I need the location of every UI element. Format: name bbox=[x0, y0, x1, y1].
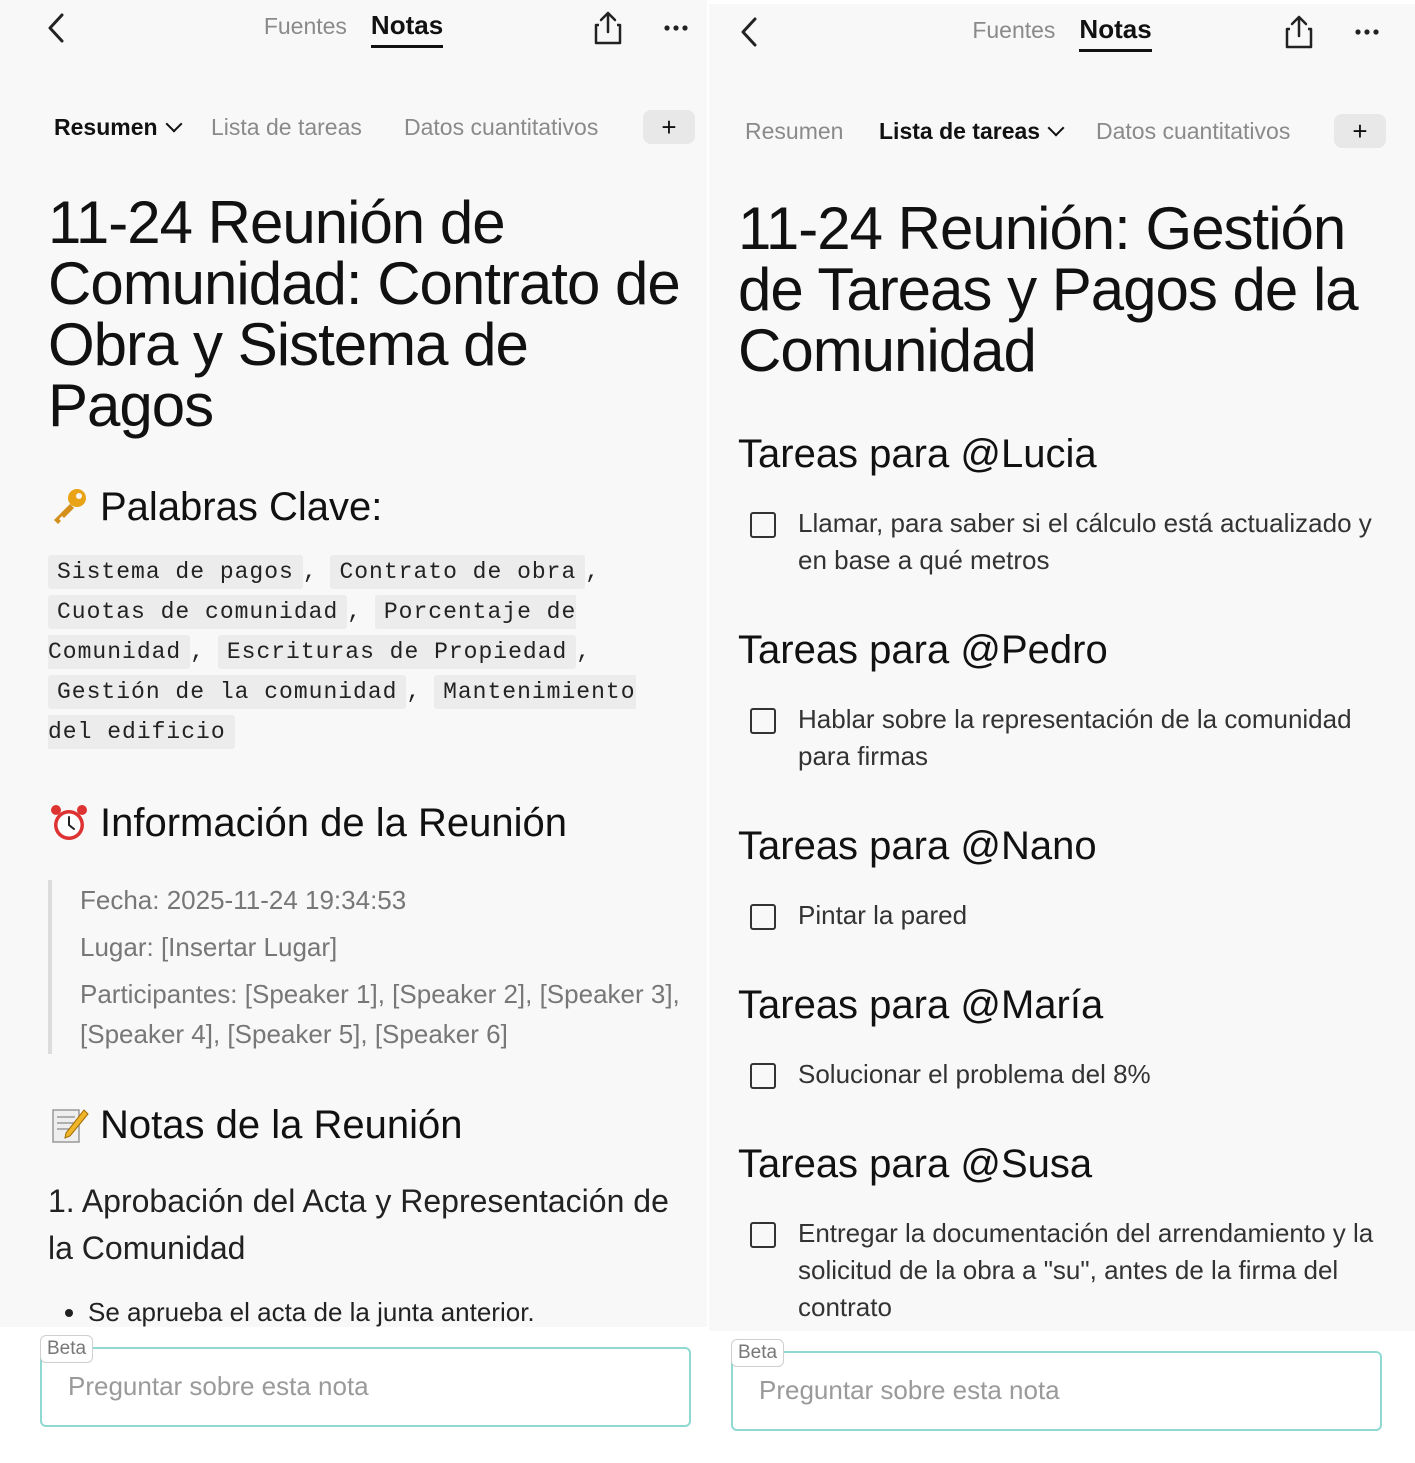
task-group: Tareas para @Lucia Llamar, para saber si… bbox=[738, 431, 1399, 579]
note-section-title: 1. Aprobación del Acta y Representación … bbox=[48, 1183, 669, 1266]
task-group: Tareas para @Nano Pintar la pared bbox=[738, 823, 1399, 934]
chevron-down-icon bbox=[1047, 119, 1065, 137]
task-group: Tareas para @María Solucionar el problem… bbox=[738, 982, 1399, 1093]
ask-note-input[interactable] bbox=[759, 1375, 1349, 1406]
left-screen: Fuentes Notas Resumen Lista de tareas Dat… bbox=[0, 0, 707, 1459]
meeting-notes-heading: Notas de la Reunión bbox=[48, 1102, 691, 1148]
task-group-heading: Tareas para @Susa bbox=[738, 1142, 1093, 1186]
task-item: Hablar sobre la representación de la com… bbox=[738, 701, 1399, 775]
top-bar: Fuentes Notas bbox=[0, 0, 707, 60]
right-screen: Fuentes Notas Resumen Lista de tareas Dat… bbox=[709, 4, 1415, 1463]
task-group-heading: Tareas para @Pedro bbox=[738, 628, 1108, 672]
more-button[interactable] bbox=[1354, 24, 1382, 40]
beta-badge: Beta bbox=[731, 1339, 785, 1367]
keyword-tag: Cuotas de comunidad bbox=[48, 595, 348, 629]
share-icon bbox=[1285, 15, 1313, 49]
tab-notas[interactable]: Notas bbox=[370, 10, 444, 48]
page-title: 11-24 Reunión: Gestión de Tareas y Pagos… bbox=[738, 195, 1359, 384]
add-tab-button[interactable]: + bbox=[643, 110, 695, 144]
subtab-label: Resumen bbox=[54, 114, 158, 140]
task-group-heading: Tareas para @Lucia bbox=[738, 432, 1097, 476]
beta-badge: Beta bbox=[40, 1335, 94, 1363]
task-text: Solucionar el problema del 8% bbox=[798, 1059, 1151, 1089]
key-icon bbox=[54, 489, 86, 524]
ask-note-input[interactable] bbox=[68, 1371, 658, 1402]
subtab-resumen[interactable]: Resumen bbox=[745, 118, 843, 145]
meeting-participants: Participantes: [Speaker 1], [Speaker 2],… bbox=[80, 979, 680, 1049]
keyword-tag: Escrituras de Propiedad bbox=[217, 635, 577, 669]
keywords-list: Sistema de pagos, Contrato de obra, Cuot… bbox=[48, 552, 691, 752]
sub-tabs: Resumen Lista de tareas Datos cuantitati… bbox=[0, 110, 707, 150]
page-title: 11-24 Reunión de Comunidad: Contrato de … bbox=[48, 189, 681, 439]
task-item: Pintar la pared bbox=[738, 897, 1399, 934]
list-item: Se aprueba el acta de la junta anterior. bbox=[88, 1292, 691, 1332]
task-text: Hablar sobre la representación de la com… bbox=[798, 704, 1352, 771]
subtab-datos-cuantitativos[interactable]: Datos cuantitativos bbox=[404, 114, 598, 141]
tab-fuentes[interactable]: Fuentes bbox=[264, 13, 347, 44]
task-content: 11-24 Reunión: Gestión de Tareas y Pagos… bbox=[738, 198, 1399, 1326]
task-checkbox[interactable] bbox=[750, 708, 776, 734]
tab-notas[interactable]: Notas bbox=[1079, 14, 1152, 52]
subtab-resumen[interactable]: Resumen bbox=[54, 114, 183, 141]
alarm-clock-icon bbox=[51, 805, 87, 840]
task-checkbox[interactable] bbox=[750, 1063, 776, 1089]
ask-bar: Beta bbox=[0, 1327, 707, 1459]
add-tab-button[interactable]: + bbox=[1334, 114, 1386, 148]
meeting-info-quote: Fecha: 2025-11-24 19:34:53 Lugar: [Inser… bbox=[48, 880, 691, 1054]
task-text: Llamar, para saber si el cálculo está ac… bbox=[798, 508, 1372, 575]
task-text: Pintar la pared bbox=[798, 900, 968, 930]
share-button[interactable] bbox=[1283, 14, 1315, 50]
chevron-down-icon bbox=[165, 115, 183, 133]
keyword-tag: Gestión de la comunidad bbox=[48, 675, 407, 709]
sub-tabs: Resumen Lista de tareas Datos cuantitati… bbox=[709, 114, 1415, 154]
memo-icon bbox=[52, 1109, 89, 1143]
task-item: Solucionar el problema del 8% bbox=[738, 1056, 1399, 1093]
more-horizontal-icon bbox=[1355, 29, 1379, 35]
subtab-lista-de-tareas[interactable]: Lista de tareas bbox=[879, 118, 1065, 145]
ask-bar: Beta bbox=[709, 1331, 1415, 1463]
task-checkbox[interactable] bbox=[750, 904, 776, 930]
task-item: Llamar, para saber si el cálculo está ac… bbox=[738, 505, 1399, 579]
share-icon bbox=[594, 11, 622, 45]
task-text: Entregar la documentación del arrendamie… bbox=[798, 1218, 1374, 1322]
ask-box: Beta bbox=[40, 1335, 691, 1427]
meeting-info-heading: Información de la Reunión bbox=[48, 800, 691, 846]
keyword-tag: Contrato de obra bbox=[330, 555, 586, 589]
subtab-label: Lista de tareas bbox=[879, 118, 1041, 144]
task-group-heading: Tareas para @Nano bbox=[738, 824, 1097, 868]
summary-content: 11-24 Reunión de Comunidad: Contrato de … bbox=[48, 192, 691, 1332]
note-bullets: Se aprueba el acta de la junta anterior. bbox=[48, 1292, 691, 1332]
meeting-notes-heading-text: Notas de la Reunión bbox=[100, 1103, 463, 1147]
task-group: Tareas para @Pedro Hablar sobre la repre… bbox=[738, 627, 1399, 775]
share-button[interactable] bbox=[592, 10, 624, 46]
task-checkbox[interactable] bbox=[750, 1222, 776, 1248]
keyword-tag: Sistema de pagos bbox=[48, 555, 303, 589]
ask-box: Beta bbox=[731, 1339, 1382, 1431]
keywords-heading-text: Palabras Clave: bbox=[100, 485, 383, 529]
meeting-info-heading-text: Información de la Reunión bbox=[100, 801, 567, 845]
subtab-lista-de-tareas[interactable]: Lista de tareas bbox=[211, 114, 362, 141]
keywords-heading: Palabras Clave: bbox=[48, 484, 691, 530]
more-button[interactable] bbox=[663, 20, 691, 36]
task-group: Tareas para @Susa Entregar la documentac… bbox=[738, 1141, 1399, 1326]
top-bar: Fuentes Notas bbox=[709, 4, 1415, 64]
task-item: Entregar la documentación del arrendamie… bbox=[738, 1215, 1399, 1326]
more-horizontal-icon bbox=[664, 25, 688, 31]
meeting-date: Fecha: 2025-11-24 19:34:53 bbox=[80, 885, 407, 915]
task-group-heading: Tareas para @María bbox=[738, 983, 1104, 1027]
meeting-place: Lugar: [Insertar Lugar] bbox=[80, 932, 338, 962]
tab-fuentes[interactable]: Fuentes bbox=[972, 17, 1055, 48]
subtab-datos-cuantitativos[interactable]: Datos cuantitativos bbox=[1096, 118, 1290, 145]
task-checkbox[interactable] bbox=[750, 512, 776, 538]
